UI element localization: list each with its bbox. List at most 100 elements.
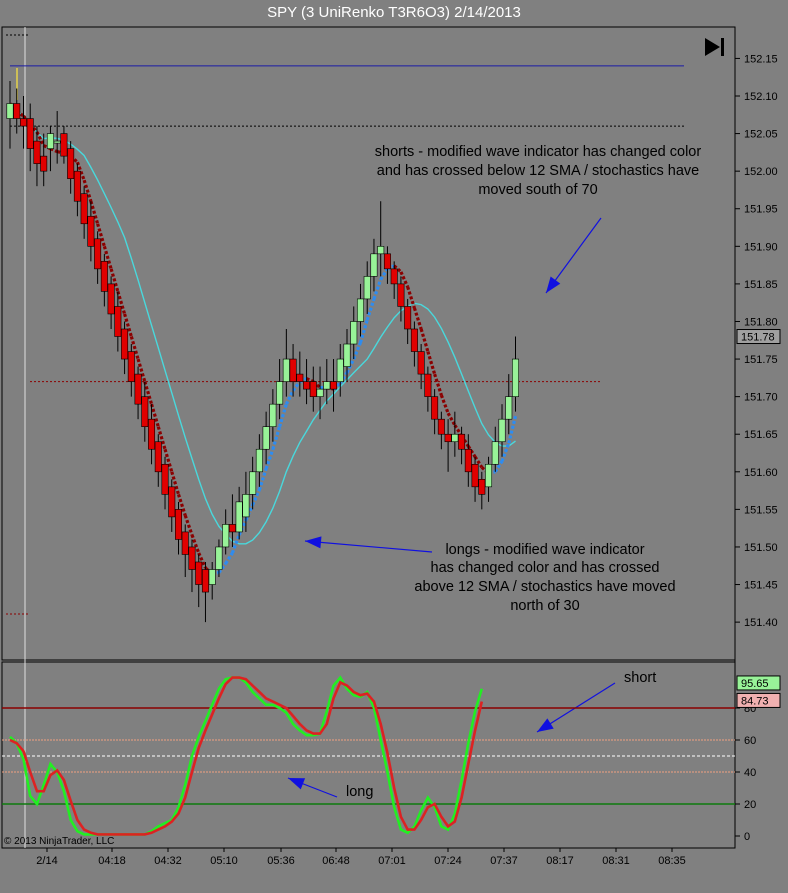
candle-body <box>13 103 21 119</box>
oscillator-panel <box>1 661 736 849</box>
time-tick-label: 07:01 <box>378 855 406 867</box>
candle-body <box>491 441 499 465</box>
candle-body <box>464 448 472 473</box>
candle-body <box>19 118 27 127</box>
price-tick-label: 151.70 <box>744 392 778 404</box>
candle-body <box>309 381 317 397</box>
time-tick-label: 04:18 <box>98 855 126 867</box>
candle-body <box>87 215 95 247</box>
candle-body <box>343 343 351 367</box>
price-tick-label: 151.40 <box>744 617 778 629</box>
candle-body <box>228 524 236 533</box>
price-tick-label: 151.55 <box>744 504 778 516</box>
candle-body <box>437 418 445 435</box>
candle-body <box>282 358 290 382</box>
candle-body <box>417 351 425 375</box>
candle-body <box>498 418 506 443</box>
price-tick-label: 151.80 <box>744 316 778 328</box>
candle-body <box>141 396 149 428</box>
candle-body <box>350 321 358 345</box>
candle-body <box>134 373 142 405</box>
candle-body <box>255 448 263 473</box>
time-tick-label: 05:36 <box>267 855 295 867</box>
candle-body <box>181 531 189 555</box>
candle-body <box>80 193 88 225</box>
candle-body <box>383 253 391 270</box>
longs-annotation-text: north of 30 <box>510 598 579 614</box>
price-tick-label: 152.00 <box>744 166 778 178</box>
time-tick-label: 08:35 <box>658 855 686 867</box>
last-price-label: 151.78 <box>741 332 775 344</box>
candle-body <box>269 403 277 428</box>
long-osc-annotation: long <box>346 784 373 800</box>
candle-body <box>363 276 371 300</box>
candle-body <box>235 501 243 533</box>
candle-body <box>121 328 129 360</box>
candle-body <box>511 358 519 397</box>
candle-body <box>53 140 61 144</box>
price-tick-label: 151.65 <box>744 429 778 441</box>
price-tick-label: 151.90 <box>744 241 778 253</box>
candle-body <box>94 238 102 270</box>
candle-body <box>249 471 257 495</box>
candle-body <box>175 509 183 540</box>
candle-body <box>451 433 459 443</box>
candle-body <box>303 381 311 390</box>
candle-body <box>26 118 34 149</box>
candle-body <box>201 569 209 593</box>
osc-tick-label: 0 <box>744 831 750 843</box>
candle-body <box>60 133 68 157</box>
candle-body <box>485 463 493 488</box>
osc-tick-label: 40 <box>744 767 756 779</box>
time-tick-label: 07:24 <box>434 855 462 867</box>
osc-tick-label: 20 <box>744 799 756 811</box>
chart: 152.15 152.10 152.05 152.00 151.95 151.90 151.… <box>1 26 781 867</box>
candle-body <box>316 388 324 397</box>
candle-body <box>458 433 466 450</box>
candle-body <box>370 253 378 277</box>
candle-body <box>73 170 81 202</box>
candle-body <box>107 283 115 315</box>
candle-body <box>431 396 439 420</box>
candle-body <box>404 306 412 330</box>
price-tick-label: 151.45 <box>744 580 778 592</box>
candle-body <box>296 373 304 382</box>
candle-body <box>188 546 196 570</box>
shorts-annotation-text: shorts - modified wave indicator has cha… <box>375 144 702 160</box>
price-tick-label: 151.75 <box>744 354 778 366</box>
osc-tick-label: 60 <box>744 735 756 747</box>
shorts-annotation-text: and has crossed below 12 SMA / stochasti… <box>377 163 699 179</box>
time-tick-label: 08:17 <box>546 855 574 867</box>
price-tick-label: 152.10 <box>744 91 778 103</box>
candle-body <box>40 155 48 172</box>
candle-body <box>127 351 135 382</box>
longs-annotation-text: above 12 SMA / stochastics have moved <box>414 579 675 595</box>
candle-body <box>397 283 405 307</box>
candle-body <box>336 358 344 382</box>
candle-body <box>242 494 250 518</box>
longs-annotation-text: longs - modified wave indicator <box>445 542 644 558</box>
candle-body <box>6 103 14 119</box>
play-icon-bar <box>721 38 724 56</box>
candle-body <box>208 569 216 585</box>
candle-body <box>222 524 230 548</box>
time-tick-label: 04:32 <box>154 855 182 867</box>
candle-body <box>444 433 452 443</box>
candle-body <box>390 268 398 285</box>
candle-body <box>154 441 162 473</box>
time-tick-label: 2/14 <box>36 855 57 867</box>
candle-body <box>330 381 338 390</box>
candle-body <box>276 381 284 405</box>
candle-body <box>195 561 203 585</box>
time-tick-label: 06:48 <box>322 855 350 867</box>
candle-body <box>33 140 41 164</box>
price-tick-label: 151.95 <box>744 204 778 216</box>
time-tick-label: 05:10 <box>210 855 238 867</box>
time-tick-label: 07:37 <box>490 855 518 867</box>
candle-body <box>262 426 270 450</box>
candle-body <box>505 396 513 420</box>
longs-annotation-text: has changed color and has crossed <box>431 560 660 576</box>
candle-body <box>410 328 418 352</box>
candle-body <box>100 261 108 292</box>
price-tick-label: 152.05 <box>744 129 778 141</box>
